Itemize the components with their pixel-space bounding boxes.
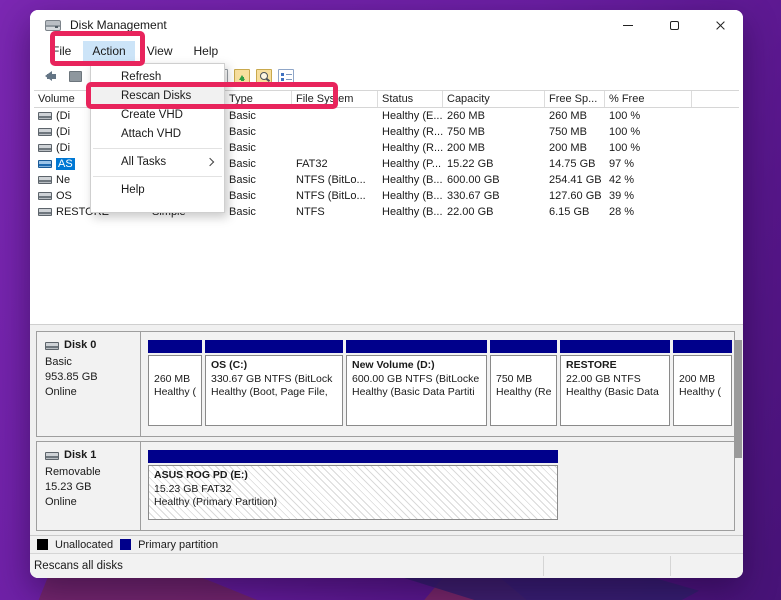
partition-new-volume-d[interactable]: New Volume (D:) 600.00 GB NTFS (BitLocke…	[346, 340, 487, 426]
menu-separator	[93, 176, 222, 177]
legend-unallocated-label: Unallocated	[55, 539, 113, 551]
volume-icon	[38, 128, 52, 136]
header-spacer	[692, 91, 739, 107]
menu-item-attach-vhd[interactable]: Attach VHD	[91, 125, 224, 144]
disk-1-row: Disk 1 Removable 15.23 GB Online ASUS RO…	[36, 441, 735, 531]
header-pct-free[interactable]: % Free	[605, 91, 692, 107]
volume-icon	[38, 176, 52, 184]
partition-color-bar	[490, 340, 557, 353]
back-icon[interactable]	[40, 71, 57, 82]
partition-color-bar	[560, 340, 670, 353]
window-title: Disk Management	[70, 18, 167, 32]
volume-icon	[38, 160, 52, 168]
menu-file[interactable]: File	[43, 41, 80, 61]
partition-asus-rog-pd-e[interactable]: ASUS ROG PD (E:) 15.23 GB FAT32 Healthy …	[148, 450, 558, 520]
header-status[interactable]: Status	[378, 91, 443, 107]
submenu-chevron-icon	[206, 158, 214, 166]
disk-0-label[interactable]: Disk 0 Basic 953.85 GB Online	[37, 332, 141, 436]
partition-os-c[interactable]: OS (C:) 330.67 GB NTFS (BitLock Healthy …	[205, 340, 343, 426]
partition-efi[interactable]: 260 MB Healthy (	[148, 340, 202, 426]
disk-1-label[interactable]: Disk 1 Removable 15.23 GB Online	[37, 442, 141, 530]
disk-0-row: Disk 0 Basic 953.85 GB Online 260 MB Hea…	[36, 331, 735, 437]
titlebar: Disk Management	[30, 10, 743, 40]
properties-icon[interactable]	[278, 69, 294, 84]
partition-color-bar	[673, 340, 732, 353]
console-window-icon[interactable]	[69, 71, 82, 82]
minimize-icon	[623, 25, 633, 26]
header-free-space[interactable]: Free Sp...	[545, 91, 605, 107]
menu-item-help[interactable]: Help	[91, 181, 224, 200]
minimize-button[interactable]	[605, 10, 651, 40]
close-icon	[715, 20, 726, 31]
maximize-icon	[670, 21, 679, 30]
menu-help[interactable]: Help	[185, 41, 228, 61]
partition-restore[interactable]: RESTORE 22.00 GB NTFS Healthy (Basic Dat…	[560, 340, 670, 426]
unallocated-swatch	[37, 539, 48, 550]
menubar: File Action View Help	[30, 40, 743, 62]
disk-management-window: Disk Management File Action View Help Vo…	[30, 10, 743, 578]
folder-up-icon[interactable]	[234, 69, 250, 84]
header-capacity[interactable]: Capacity	[443, 91, 545, 107]
statusbar-divider	[543, 556, 544, 576]
statusbar-divider	[670, 556, 671, 576]
disk-0-name: Disk 0	[64, 338, 96, 353]
volume-icon	[38, 208, 52, 216]
disk-icon	[45, 452, 59, 460]
disk-0-type: Basic	[45, 355, 140, 370]
volume-icon	[38, 112, 52, 120]
menu-separator	[93, 148, 222, 149]
close-button[interactable]	[697, 10, 743, 40]
menu-item-rescan-disks[interactable]: Rescan Disks	[91, 87, 224, 106]
disk-drive-app-icon	[45, 20, 61, 31]
menu-item-create-vhd[interactable]: Create VHD	[91, 106, 224, 125]
legend-bar: Unallocated Primary partition	[30, 535, 743, 553]
disk-1-status: Online	[45, 495, 140, 510]
partition-color-bar	[346, 340, 487, 353]
search-icon[interactable]	[256, 69, 272, 84]
menu-item-refresh[interactable]: Refresh	[91, 68, 224, 87]
status-text: Rescans all disks	[34, 560, 123, 572]
disk-0-status: Online	[45, 385, 140, 400]
menu-item-all-tasks[interactable]: All Tasks	[91, 153, 224, 172]
scrollbar-thumb[interactable]	[734, 340, 742, 458]
disk-1-name: Disk 1	[64, 448, 96, 463]
menu-view[interactable]: View	[138, 41, 182, 61]
menu-action[interactable]: Action	[83, 41, 134, 61]
disk-icon	[45, 342, 59, 350]
disk-0-size: 953.85 GB	[45, 370, 140, 385]
status-bar: Rescans all disks	[30, 553, 743, 578]
disk-graphical-pane: Disk 0 Basic 953.85 GB Online 260 MB Hea…	[30, 328, 743, 535]
volume-icon	[38, 144, 52, 152]
partition-color-bar	[148, 450, 558, 463]
partition-color-bar	[205, 340, 343, 353]
partition-color-bar	[148, 340, 202, 353]
vertical-scrollbar[interactable]	[733, 340, 742, 532]
partition-recovery-750[interactable]: 750 MB Healthy (Re	[490, 340, 557, 426]
action-menu-popup: Refresh Rescan Disks Create VHD Attach V…	[90, 63, 225, 213]
volume-icon	[38, 192, 52, 200]
header-file-system[interactable]: File System	[292, 91, 378, 107]
disk-1-size: 15.23 GB	[45, 480, 140, 495]
legend-primary-label: Primary partition	[138, 539, 218, 551]
header-type[interactable]: Type	[225, 91, 292, 107]
primary-partition-swatch	[120, 539, 131, 550]
partition-200mb[interactable]: 200 MB Healthy (	[673, 340, 732, 426]
maximize-button[interactable]	[651, 10, 697, 40]
disk-1-type: Removable	[45, 465, 140, 480]
